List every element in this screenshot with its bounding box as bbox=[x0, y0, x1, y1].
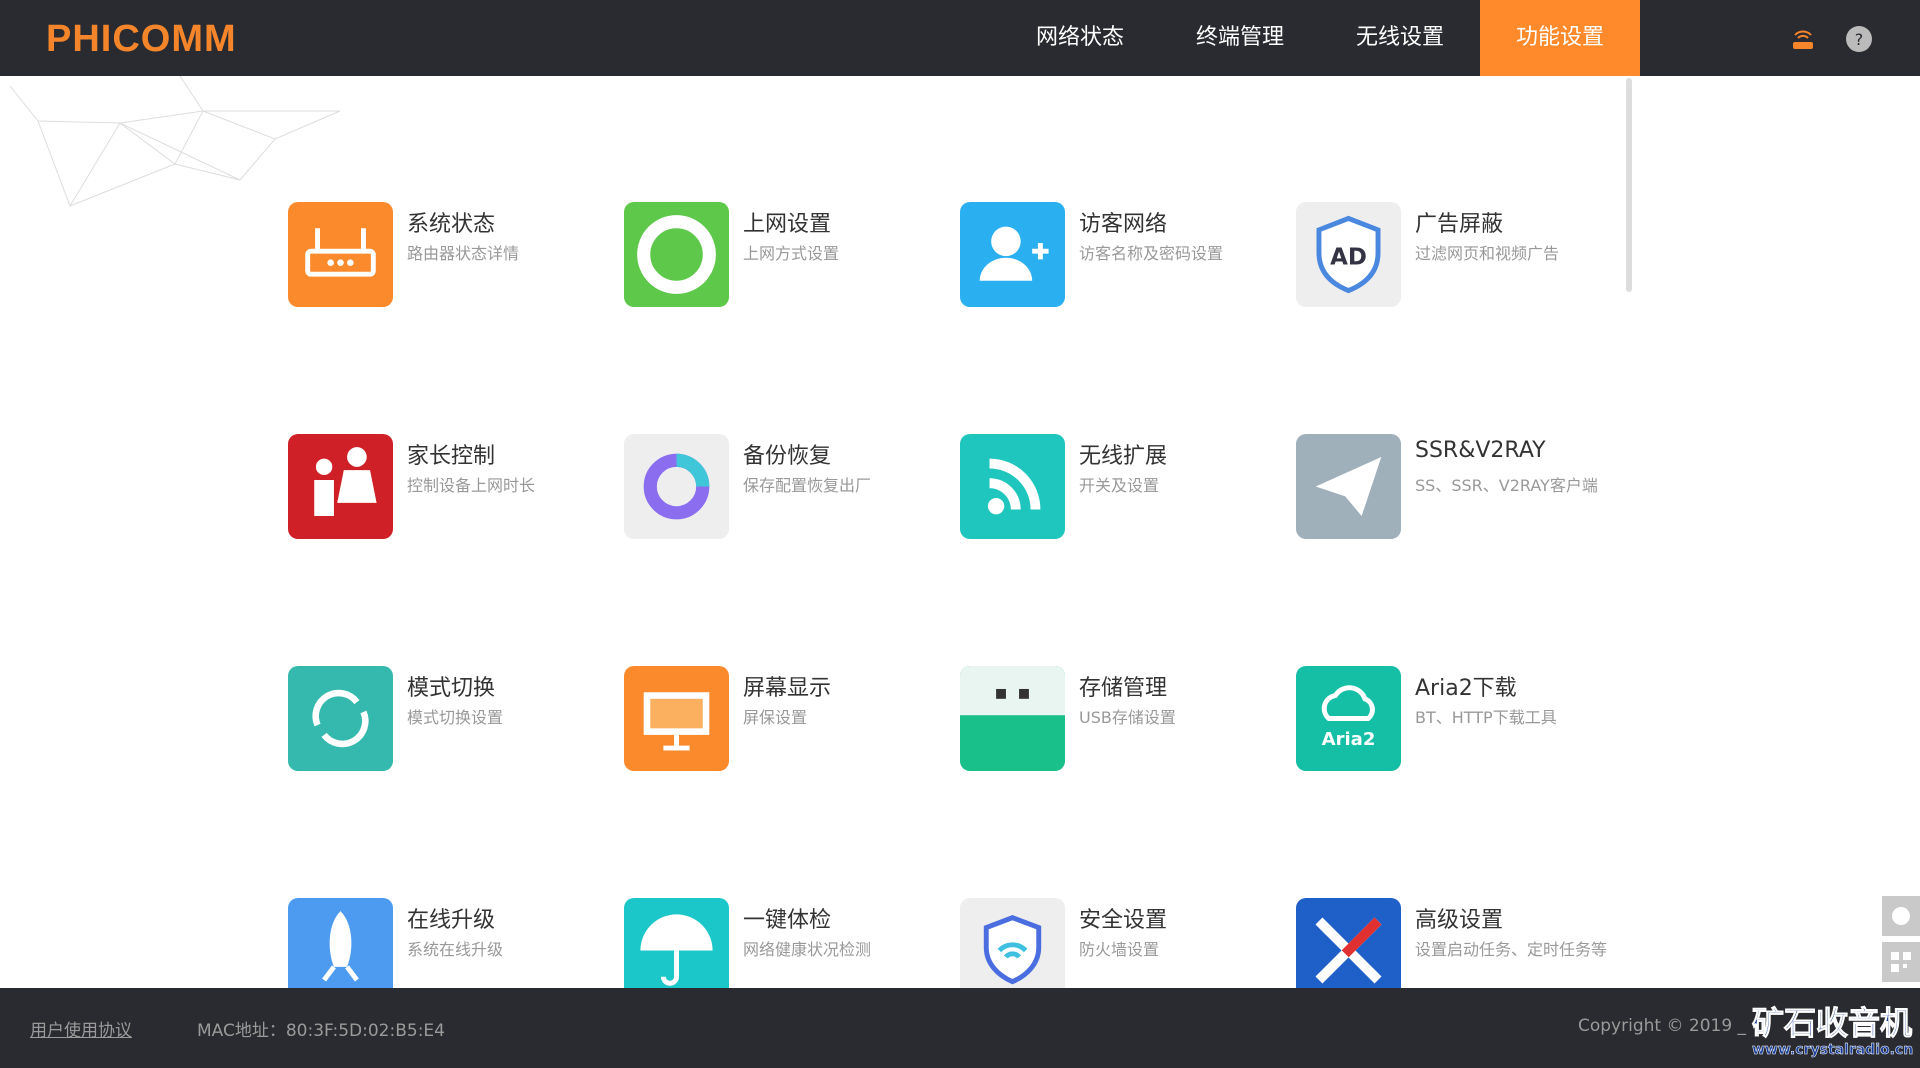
feature-tile[interactable]: AD 广告屏蔽 过滤网页和视频广告 bbox=[1296, 202, 1616, 322]
feature-tile[interactable]: SSR&V2RAY SS、SSR、V2RAY客户端 bbox=[1296, 434, 1616, 554]
feature-description: 路由器状态详情 bbox=[407, 244, 520, 263]
wifi-extend-icon bbox=[960, 434, 1065, 539]
nav-tab[interactable]: 功能设置 bbox=[1480, 0, 1640, 76]
feature-title: Aria2下载 bbox=[1415, 676, 1517, 701]
aria2-cloud-icon: Aria2 bbox=[1296, 666, 1401, 771]
feature-title: 访客网络 bbox=[1079, 212, 1168, 237]
ad-shield-icon: AD bbox=[1296, 202, 1401, 307]
feature-description: 屏保设置 bbox=[743, 708, 808, 727]
header: PHICOMM 网络状态 终端管理 无线设置 功能设置 ? bbox=[0, 0, 1920, 76]
parent-child-icon bbox=[288, 434, 393, 539]
feature-tile[interactable]: Aria2 Aria2下载 BT、HTTP下载工具 bbox=[1296, 666, 1616, 786]
feature-description: 网络健康状况检测 bbox=[743, 940, 872, 959]
feature-tile[interactable]: 家长控制 控制设备上网时长 bbox=[288, 434, 608, 554]
feature-title: 存储管理 bbox=[1079, 676, 1168, 701]
feature-title: SSR&V2RAY bbox=[1415, 438, 1546, 463]
feature-title: 广告屏蔽 bbox=[1415, 212, 1504, 237]
router-status-icon[interactable] bbox=[1790, 26, 1816, 52]
feature-title: 无线扩展 bbox=[1079, 444, 1168, 469]
feature-description: 控制设备上网时长 bbox=[407, 476, 536, 495]
nav-tab[interactable]: 终端管理 bbox=[1160, 0, 1320, 76]
feature-description: 设置启动任务、定时任务等 bbox=[1415, 940, 1608, 959]
feature-title: 模式切换 bbox=[407, 676, 496, 701]
chat-icon bbox=[1892, 907, 1910, 925]
usb-icon bbox=[960, 666, 1065, 771]
feature-tile[interactable]: 备份恢复 保存配置恢复出厂 bbox=[624, 434, 944, 554]
copyright: Copyright © 2019 _ bbox=[1578, 1016, 1747, 1036]
paper-plane-icon bbox=[1296, 434, 1401, 539]
feature-title: 安全设置 bbox=[1079, 908, 1168, 933]
scrollbar[interactable] bbox=[1626, 78, 1632, 292]
feature-description: 保存配置恢复出厂 bbox=[743, 476, 872, 495]
main-nav: 网络状态 终端管理 无线设置 功能设置 bbox=[1000, 0, 1640, 76]
feature-tile[interactable]: 访客网络 访客名称及密码设置 bbox=[960, 202, 1280, 322]
user-agreement-link[interactable]: 用户使用协议 bbox=[30, 1016, 132, 1041]
watermark-url: www.crystalradio.cn bbox=[1752, 1042, 1914, 1059]
refresh-icon bbox=[288, 666, 393, 771]
router-icon bbox=[288, 202, 393, 307]
globe-icon bbox=[624, 202, 729, 307]
footer: 用户使用协议 MAC地址：80:3F:5D:02:B5:E4 Copyright… bbox=[0, 988, 1920, 1068]
feature-description: 开关及设置 bbox=[1079, 476, 1160, 495]
feature-description: SS、SSR、V2RAY客户端 bbox=[1415, 476, 1598, 495]
monitor-icon bbox=[624, 666, 729, 771]
feature-title: 高级设置 bbox=[1415, 908, 1504, 933]
feature-tile[interactable]: 屏幕显示 屏保设置 bbox=[624, 666, 944, 786]
watermark: 矿石收音机 bbox=[1751, 1004, 1913, 1043]
feature-tile[interactable]: 无线扩展 开关及设置 bbox=[960, 434, 1280, 554]
backup-ring-icon bbox=[624, 434, 729, 539]
feature-tile[interactable]: 上网设置 上网方式设置 bbox=[624, 202, 944, 322]
qr-code-button[interactable] bbox=[1882, 942, 1920, 982]
decorative-network-lines bbox=[9, 76, 341, 208]
mac-address: MAC地址：80:3F:5D:02:B5:E4 bbox=[197, 1021, 445, 1041]
svg-text:?: ? bbox=[1855, 30, 1864, 49]
logo: PHICOMM bbox=[46, 18, 237, 60]
feature-tile[interactable]: 存储管理 USB存储设置 bbox=[960, 666, 1280, 786]
nav-tab[interactable]: 网络状态 bbox=[1000, 0, 1160, 76]
svg-text:AD: AD bbox=[1330, 244, 1367, 270]
feature-title: 一键体检 bbox=[743, 908, 832, 933]
feature-tile[interactable]: 系统状态 路由器状态详情 bbox=[288, 202, 608, 322]
feature-title: 在线升级 bbox=[407, 908, 496, 933]
feature-tile[interactable]: 模式切换 模式切换设置 bbox=[288, 666, 608, 786]
feature-title: 备份恢复 bbox=[743, 444, 832, 469]
help-icon[interactable]: ? bbox=[1846, 26, 1872, 52]
add-user-icon bbox=[960, 202, 1065, 307]
feature-description: BT、HTTP下载工具 bbox=[1415, 708, 1557, 727]
svg-text:Aria2: Aria2 bbox=[1322, 729, 1376, 750]
feature-description: USB存储设置 bbox=[1079, 708, 1176, 727]
feature-title: 屏幕显示 bbox=[743, 676, 832, 701]
feature-description: 防火墙设置 bbox=[1079, 940, 1160, 959]
qr-code-icon bbox=[1891, 952, 1911, 972]
feature-title: 上网设置 bbox=[743, 212, 832, 237]
feature-description: 过滤网页和视频广告 bbox=[1415, 244, 1560, 263]
feature-title: 家长控制 bbox=[407, 444, 496, 469]
feature-description: 模式切换设置 bbox=[407, 708, 504, 727]
feature-description: 系统在线升级 bbox=[407, 940, 504, 959]
feature-title: 系统状态 bbox=[407, 212, 496, 237]
support-chat-button[interactable] bbox=[1882, 896, 1920, 936]
feature-description: 上网方式设置 bbox=[743, 244, 840, 263]
nav-tab[interactable]: 无线设置 bbox=[1320, 0, 1480, 76]
feature-description: 访客名称及密码设置 bbox=[1079, 244, 1224, 263]
